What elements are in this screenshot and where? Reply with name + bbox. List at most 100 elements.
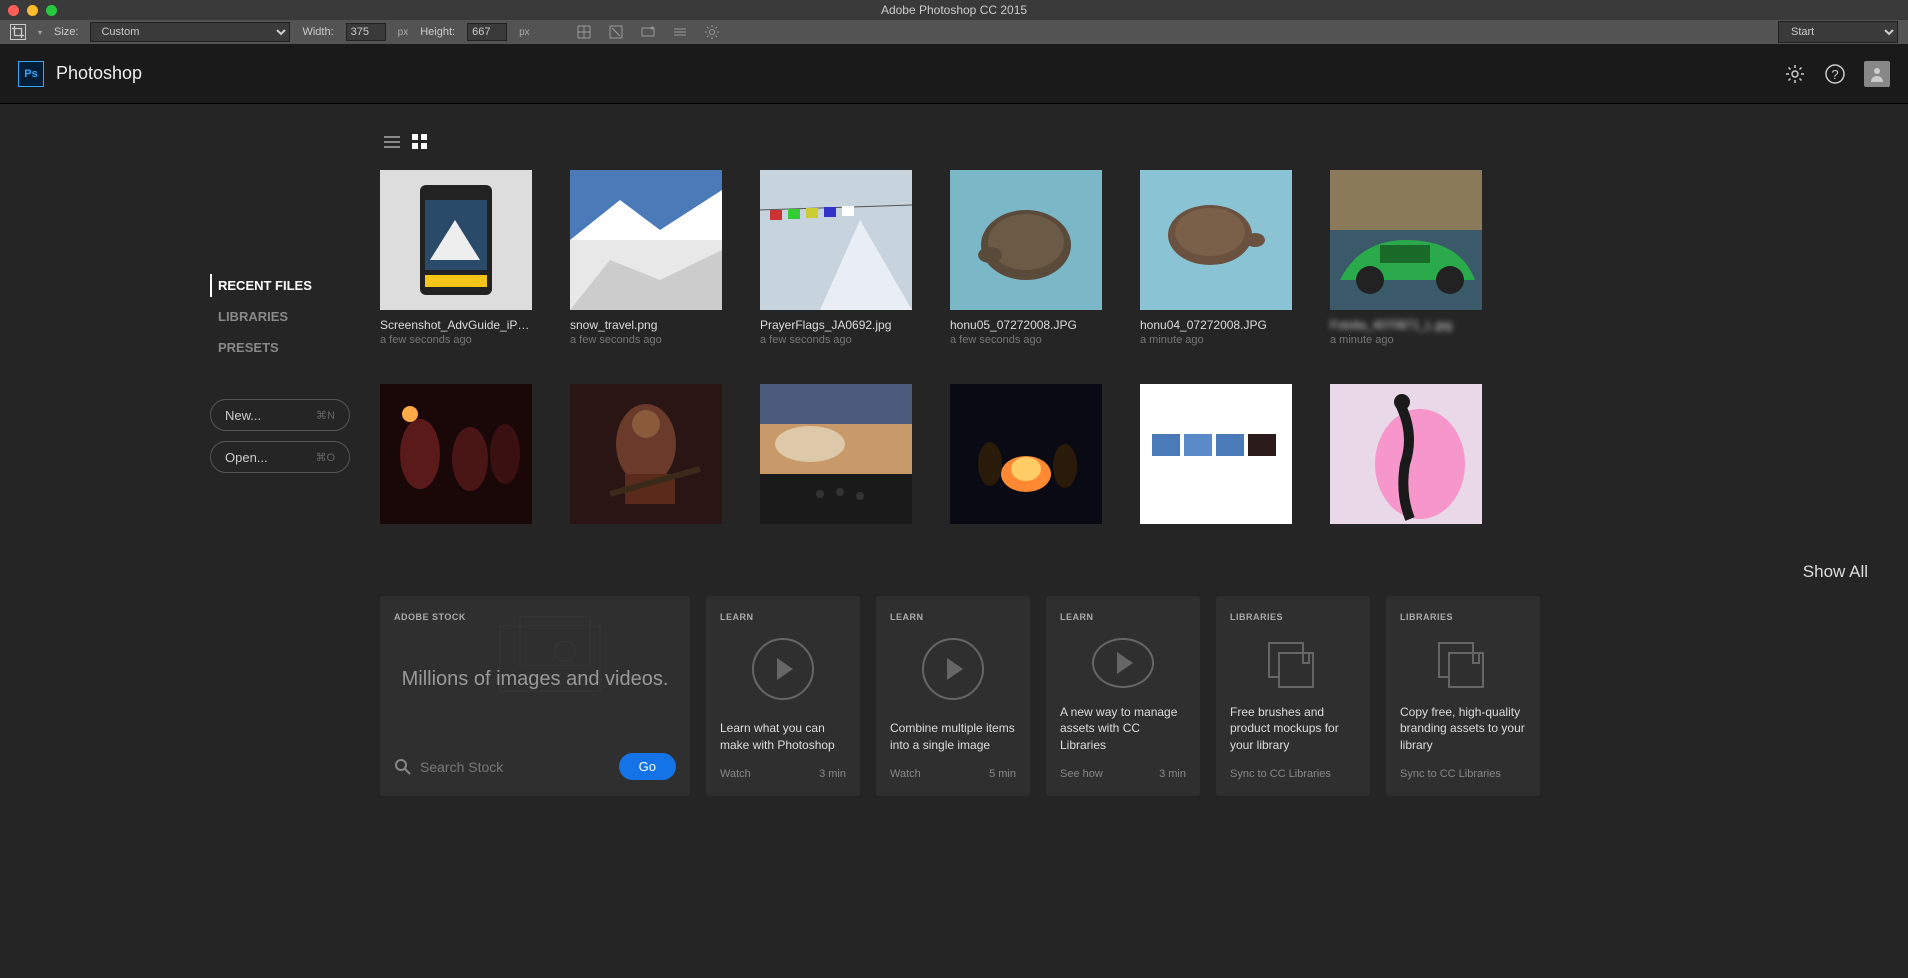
file-thumbnail [1140,170,1292,310]
minimize-window-button[interactable] [27,5,38,16]
card-footer-action: Watch [890,768,921,780]
chevron-down-icon[interactable]: ▾ [38,28,42,37]
file-card[interactable]: honu04_07272008.JPGa minute ago [1140,170,1292,346]
file-card[interactable] [570,384,722,532]
card-category: LEARN [1060,612,1186,622]
stock-search-input[interactable] [420,759,619,775]
card-category: LEARN [720,612,846,622]
file-time: a few seconds ago [760,334,912,346]
card-footer-duration: 3 min [1159,768,1186,780]
nav-item-libraries[interactable]: LIBRARIES [210,305,296,328]
open-button-label: Open... [225,450,268,465]
adobe-stock-card: ADOBE STOCK Millions of images and video… [380,596,690,796]
file-card[interactable]: honu05_07272008.JPGa few seconds ago [950,170,1102,346]
window-title: Adobe Photoshop CC 2015 [881,3,1027,17]
file-name: Screenshot_AdvGuide_iPho... [380,318,532,332]
go-button[interactable]: Go [619,753,676,780]
content-area: Screenshot_AdvGuide_iPho...a few seconds… [380,104,1908,978]
new-shortcut: ⌘N [316,409,335,422]
list-view-icon[interactable] [384,134,400,150]
library-card[interactable]: LIBRARIES Free brushes and product mocku… [1216,596,1370,796]
file-name: PrayerFlags_JA0692.jpg [760,318,912,332]
help-icon[interactable]: ? [1824,63,1846,85]
size-select[interactable]: Custom [90,22,290,42]
card-category: LIBRARIES [1400,612,1526,622]
library-icon [1438,642,1488,688]
show-all-link[interactable]: Show All [380,562,1868,582]
search-icon [394,758,412,776]
height-label: Height: [420,26,455,38]
card-category: LIBRARIES [1230,612,1356,622]
height-unit: px [519,27,530,38]
card-description: Copy free, high-quality branding assets … [1400,704,1526,754]
file-time: a minute ago [1330,334,1482,346]
learn-card[interactable]: LEARN A new way to manage assets with CC… [1046,596,1200,796]
svg-text:?: ? [1831,67,1838,82]
file-card[interactable]: snow_travel.pnga few seconds ago [570,170,722,346]
file-time: a few seconds ago [950,334,1102,346]
file-thumbnail [380,384,532,524]
file-thumbnail [570,384,722,524]
crop-settings-icon[interactable] [670,22,690,42]
titlebar: Adobe Photoshop CC 2015 [0,0,1908,20]
stock-decoration-icon [470,616,630,706]
settings-gear-icon[interactable] [1784,63,1806,85]
file-card[interactable]: Screenshot_AdvGuide_iPho...a few seconds… [380,170,532,346]
file-card[interactable] [950,384,1102,532]
close-window-button[interactable] [8,5,19,16]
learn-card[interactable]: LEARN Learn what you can make with Photo… [706,596,860,796]
app-name: Photoshop [56,63,142,84]
file-thumbnail [380,170,532,310]
file-thumbnail [1330,170,1482,310]
card-description: Combine multiple items into a single ima… [890,720,1016,754]
width-label: Width: [302,26,333,38]
user-avatar[interactable] [1864,61,1890,87]
card-footer-action: Sync to CC Libraries [1400,768,1501,780]
file-card[interactable]: Fotolia_4070871_L.jpga minute ago [1330,170,1482,346]
file-card[interactable]: PrayerFlags_JA0692.jpga few seconds ago [760,170,912,346]
width-unit: px [398,27,409,38]
height-input[interactable] [467,23,507,41]
workspace-select[interactable]: Start [1778,21,1898,43]
card-category: LEARN [890,612,1016,622]
file-thumbnail [760,384,912,524]
file-card[interactable] [760,384,912,532]
new-button[interactable]: New... ⌘N [210,399,350,431]
file-card[interactable] [1330,384,1482,532]
file-thumbnail [950,384,1102,524]
file-card[interactable] [380,384,532,532]
width-input[interactable] [346,23,386,41]
size-label: Size: [54,26,78,38]
open-button[interactable]: Open... ⌘O [210,441,350,473]
file-thumbnail [1330,384,1482,524]
card-description: Free brushes and product mockups for you… [1230,704,1356,754]
crop-overlay-icon[interactable] [574,22,594,42]
learn-card[interactable]: LEARN Combine multiple items into a sing… [876,596,1030,796]
card-footer-action: Watch [720,768,751,780]
maximize-window-button[interactable] [46,5,57,16]
sidebar: RECENT FILES LIBRARIES PRESETS New... ⌘N O… [0,104,380,978]
crop-delete-icon[interactable] [606,22,626,42]
gear-icon[interactable] [702,22,722,42]
card-footer-action: Sync to CC Libraries [1230,768,1331,780]
crop-straighten-icon[interactable] [638,22,658,42]
play-icon [1092,638,1154,688]
options-bar: ▾ Size: Custom Width: px Height: px Star… [0,20,1908,44]
play-icon [752,638,814,700]
file-thumbnail [950,170,1102,310]
card-footer-duration: 5 min [989,768,1016,780]
file-name: honu04_07272008.JPG [1140,318,1292,332]
library-card[interactable]: LIBRARIES Copy free, high-quality brandi… [1386,596,1540,796]
nav-item-presets[interactable]: PRESETS [210,336,287,359]
crop-tool-icon[interactable] [10,24,26,40]
grid-view-icon[interactable] [412,134,428,150]
card-description: A new way to manage assets with CC Libra… [1060,704,1186,754]
file-time: a few seconds ago [570,334,722,346]
new-button-label: New... [225,408,261,423]
library-icon [1268,642,1318,688]
nav-item-recent-files[interactable]: RECENT FILES [210,274,320,297]
file-card[interactable] [1140,384,1292,532]
app-header: Ps Photoshop ? [0,44,1908,104]
card-description: Learn what you can make with Photoshop [720,720,846,754]
card-footer-action: See how [1060,768,1103,780]
